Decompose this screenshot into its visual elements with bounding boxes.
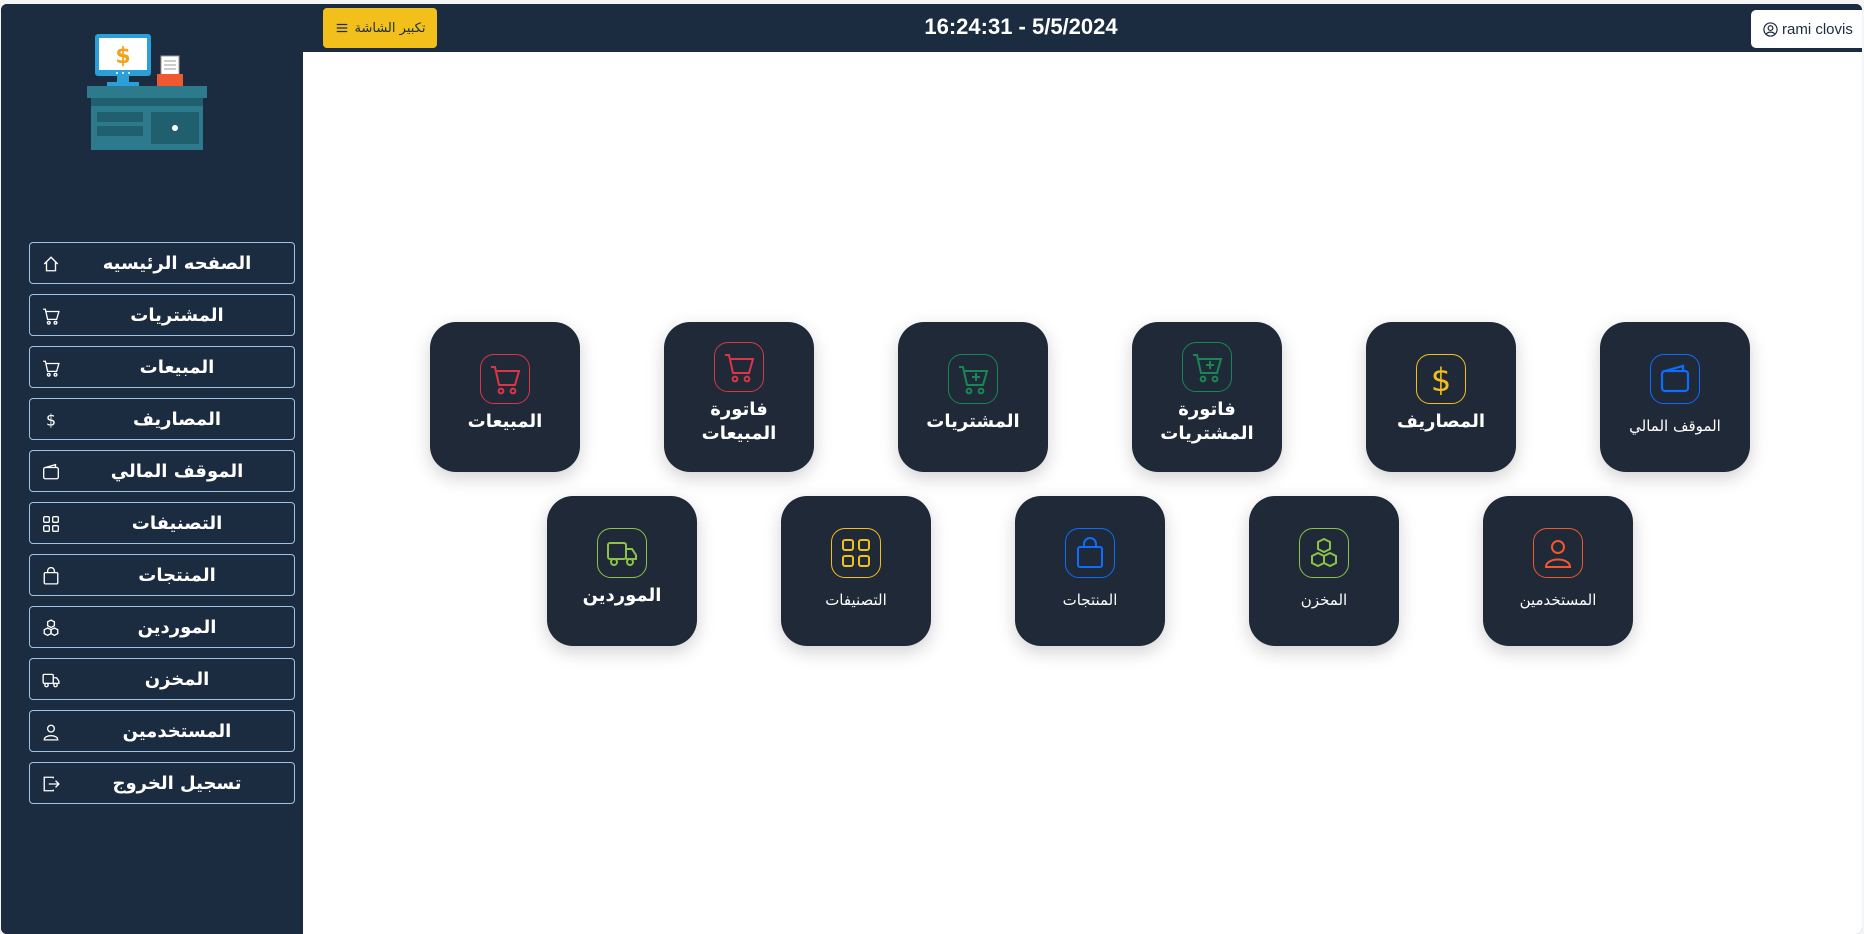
sidebar-item-warehouse[interactable]: المخزن (29, 658, 295, 700)
sidebar-item-users[interactable]: المستخدمين (29, 710, 295, 752)
sidebar-item-label: المنتجات (138, 564, 216, 586)
cashier-desk-logo: $ (87, 34, 207, 150)
dashboard-content: المبيعات فاتورة المبيعات المشتريات فاتور… (303, 52, 1862, 934)
sidebar-item-label: الموقف المالي (110, 460, 244, 482)
sidebar-item-home[interactable]: الصفحه الرئيسيه (29, 242, 295, 284)
truck-icon (607, 542, 637, 566)
boxes-icon (43, 619, 59, 637)
tile-warehouse[interactable]: المخزن (1249, 496, 1399, 646)
tile-icon-frame (1299, 528, 1349, 578)
cart-icon (491, 366, 521, 395)
sidebar-item-suppliers[interactable]: الموردين (29, 606, 295, 648)
tile-icon-frame: $ (1416, 354, 1466, 404)
tile-icon-frame (1182, 342, 1232, 392)
sidebar-item-products[interactable]: المنتجات (29, 554, 295, 596)
tile-suppliers[interactable]: الموردين (547, 496, 697, 646)
sidebar-item-label: الصفحه الرئيسيه (102, 252, 252, 274)
tile-label: المنتجات (1062, 591, 1118, 609)
sidebar-item-financial-status[interactable]: الموقف المالي (29, 450, 295, 492)
cart-plus-icon (959, 366, 989, 395)
house-icon (43, 256, 59, 272)
wallet-icon (1660, 364, 1690, 393)
fullscreen-label: تكبير الشاشة (354, 20, 426, 36)
tile-label: المشتريات (926, 411, 1020, 432)
sidebar-item-label: المستخدمين (122, 720, 232, 742)
tile-icon-frame (1533, 528, 1583, 578)
person-icon (43, 724, 59, 741)
tile-label: المصاريف (1396, 411, 1486, 432)
tile-icon-frame (480, 354, 530, 404)
sidebar-item-label: المصاريف (132, 408, 222, 430)
bag-icon (43, 567, 59, 585)
sidebar-item-label: تسجيل الخروج (112, 772, 242, 794)
hamburger-icon (336, 23, 347, 33)
sidebar-item-label: الموردين (137, 616, 217, 638)
cart-plus-icon (1193, 354, 1223, 383)
tile-purchases[interactable]: المشتريات (898, 322, 1048, 472)
truck-icon (42, 673, 60, 688)
tile-icon-frame (714, 342, 764, 392)
tile-sales[interactable]: المبيعات (430, 322, 580, 472)
tile-label: المستخدمين (1519, 591, 1597, 609)
tile-icon-frame (1065, 528, 1115, 578)
tile-label: المبيعات (467, 411, 543, 432)
boxes-icon (1311, 537, 1337, 568)
user-circle-icon (1763, 21, 1778, 37)
sidebar: $ الصفحه الرئيسيه المشتريات المبيعات $ ا… (1, 4, 303, 934)
tile-icon-frame (597, 528, 647, 578)
tile-expenses[interactable]: $ المصاريف (1366, 322, 1516, 472)
tile-label: التصنيفات (825, 591, 887, 609)
logout-icon (43, 776, 60, 792)
svg-text:$: $ (115, 44, 130, 69)
tile-users[interactable]: المستخدمين (1483, 496, 1633, 646)
tile-icon-frame (831, 528, 881, 578)
bag-icon (1077, 537, 1103, 568)
sidebar-item-label: المخزن (144, 668, 210, 690)
sidebar-item-logout[interactable]: تسجيل الخروج (29, 762, 295, 804)
sidebar-item-label: المشتريات (130, 304, 224, 326)
tile-icon-frame (1650, 354, 1700, 404)
sidebar-item-expenses[interactable]: $ المصاريف (29, 398, 295, 440)
cart-icon (43, 308, 60, 325)
tile-label: المخزن (1300, 591, 1348, 609)
wallet-icon (43, 463, 59, 480)
user-name: rami clovis (1782, 20, 1853, 38)
tile-categories[interactable]: التصنيفات (781, 496, 931, 646)
dollar-icon: $ (46, 411, 56, 429)
svg-text:$: $ (1431, 363, 1451, 395)
tile-sales-invoice[interactable]: فاتورة المبيعات (664, 322, 814, 472)
sidebar-item-label: التصنيفات (131, 512, 223, 534)
tile-icon-frame (948, 354, 998, 404)
tile-products[interactable]: المنتجات (1015, 496, 1165, 646)
tile-purchases-invoice[interactable]: فاتورة المشتريات (1132, 322, 1282, 472)
sidebar-item-sales[interactable]: المبيعات (29, 346, 295, 388)
tile-label: الموقف المالي (1629, 417, 1721, 435)
sidebar-item-label: المبيعات (139, 356, 215, 378)
tile-label: فاتورة المبيعات (701, 399, 777, 444)
sidebar-menu: الصفحه الرئيسيه المشتريات المبيعات $ الم… (29, 242, 295, 814)
grid-icon (842, 539, 870, 567)
dollar-icon: $ (1431, 363, 1451, 395)
grid-icon (43, 516, 59, 532)
app-frame: $ الصفحه الرئيسيه المشتريات المبيعات $ ا… (1, 4, 1862, 934)
sidebar-item-purchases[interactable]: المشتريات (29, 294, 295, 336)
tile-label: فاتورة المشتريات (1160, 399, 1254, 444)
tile-financial-status[interactable]: الموقف المالي (1600, 322, 1750, 472)
person-icon (1544, 540, 1572, 568)
current-datetime: 16:24:31 - 5/5/2024 (924, 14, 1118, 39)
fullscreen-button[interactable]: تكبير الشاشة (323, 8, 437, 48)
cart-icon (725, 354, 755, 383)
user-menu-button[interactable]: rami clovis (1751, 10, 1862, 48)
tile-label: الموردين (582, 585, 662, 606)
sidebar-item-categories[interactable]: التصنيفات (29, 502, 295, 544)
svg-text:$: $ (46, 411, 56, 429)
cart-icon (43, 360, 60, 377)
